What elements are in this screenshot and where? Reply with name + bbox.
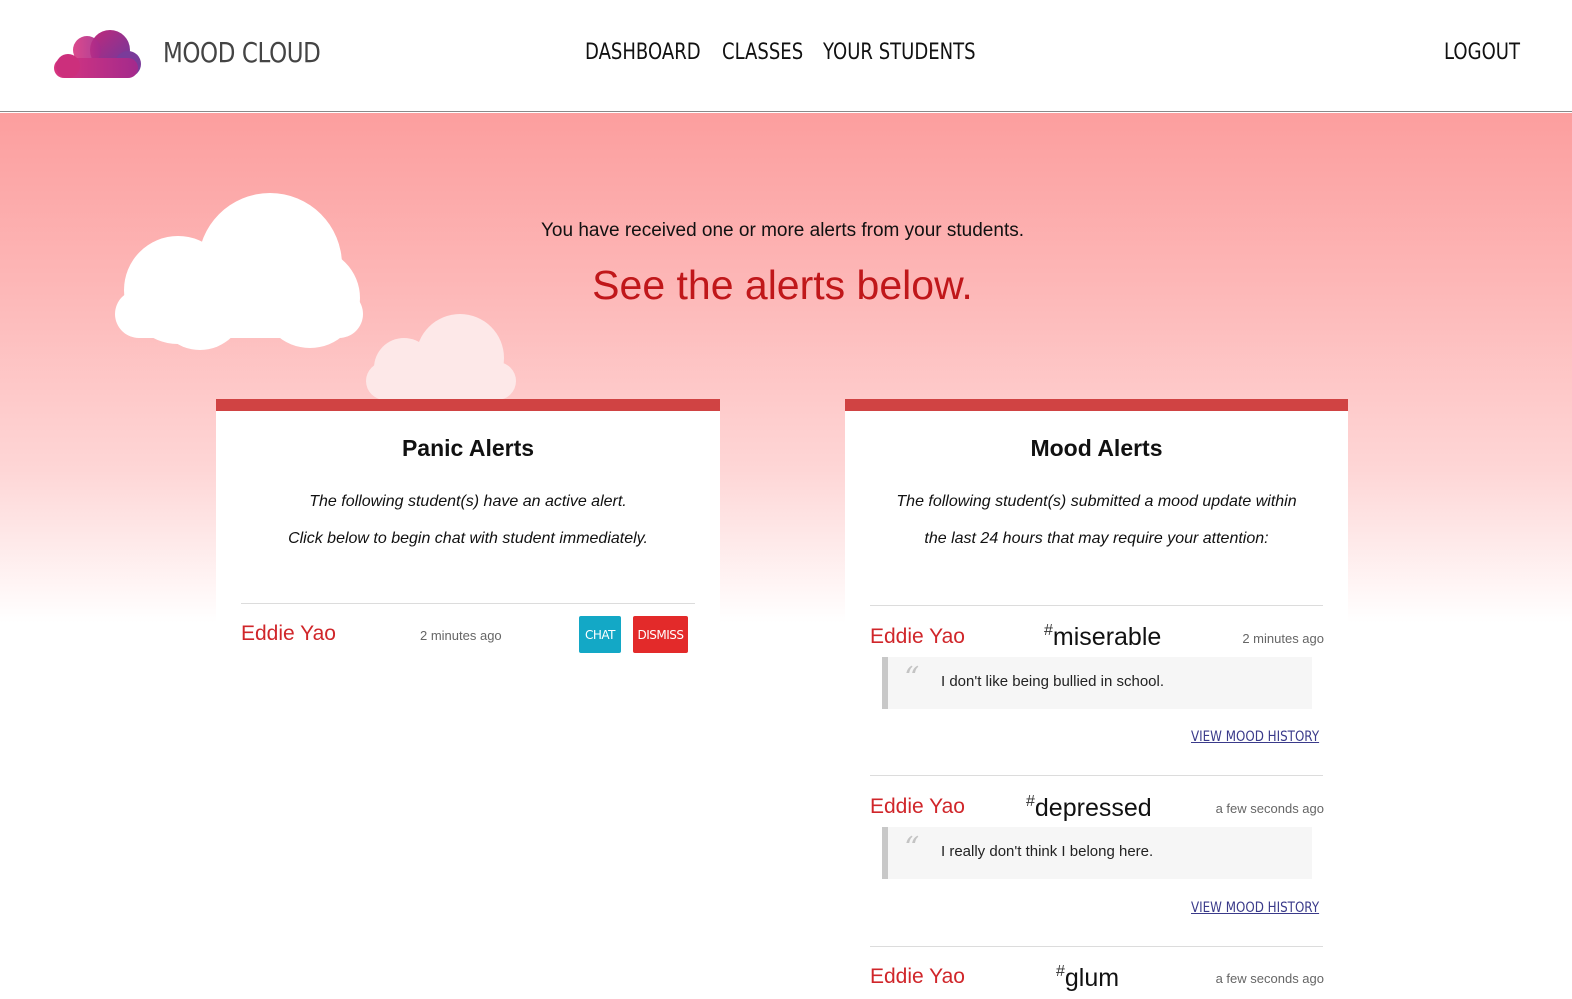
hash-symbol: # [1044, 622, 1053, 639]
nav-dashboard[interactable]: DASHBOARD [585, 40, 701, 65]
mood-comment-quote: “ I really don't think I belong here. [882, 827, 1312, 879]
brand-name[interactable]: MOOD CLOUD [163, 36, 321, 69]
cloud-logo-icon[interactable] [52, 28, 142, 80]
view-mood-history-link[interactable]: VIEW MOOD HISTORY [1191, 900, 1319, 916]
student-name-link[interactable]: Eddie Yao [870, 795, 965, 819]
nav-your-students[interactable]: YOUR STUDENTS [823, 40, 976, 65]
dismiss-button[interactable]: DISMISS [633, 616, 688, 653]
mood-alerts-card: Mood Alerts The following student(s) sub… [845, 399, 1348, 999]
mood-tag: #glum [1056, 963, 1119, 993]
chat-button[interactable]: CHAT [579, 616, 621, 653]
hash-symbol: # [1026, 793, 1035, 810]
alert-timestamp: a few seconds ago [1215, 801, 1324, 816]
mood-tag-text: depressed [1034, 794, 1152, 822]
panic-alerts-title: Panic Alerts [401, 435, 535, 461]
quote-icon: “ [904, 661, 920, 696]
alert-headline: See the alerts below. [592, 262, 973, 308]
top-nav-bar: MOOD CLOUD DASHBOARD CLASSES YOUR STUDEN… [0, 0, 1572, 112]
mood-alerts-title: Mood Alerts [1030, 435, 1163, 461]
quote-icon: “ [904, 831, 920, 866]
mood-tag: #depressed [1026, 793, 1152, 823]
student-name-link[interactable]: Eddie Yao [241, 622, 336, 646]
divider [870, 946, 1323, 947]
alert-intro-text: You have received one or more alerts fro… [541, 220, 1024, 241]
mood-tag-text: glum [1064, 964, 1120, 992]
mood-tag: #miserable [1044, 622, 1161, 652]
student-name-link[interactable]: Eddie Yao [870, 965, 965, 989]
mood-comment-text: I don't like being bullied in school. [941, 673, 1165, 690]
mood-alerts-description: The following student(s) submitted a moo… [896, 493, 1297, 510]
nav-classes[interactable]: CLASSES [722, 40, 803, 65]
divider [870, 605, 1323, 606]
panic-alerts-card: Panic Alerts The following student(s) ha… [216, 399, 720, 999]
mood-alerts-description-cont: the last 24 hours that may require your … [924, 530, 1269, 547]
view-mood-history-link[interactable]: VIEW MOOD HISTORY [1191, 729, 1319, 745]
student-name-link[interactable]: Eddie Yao [870, 625, 965, 649]
hash-symbol: # [1056, 963, 1065, 980]
panic-alerts-description: The following student(s) have an active … [309, 493, 627, 510]
mood-comment-quote: “ I don't like being bullied in school. [882, 657, 1312, 709]
divider [870, 775, 1323, 776]
nav-logout[interactable]: LOGOUT [1444, 40, 1520, 65]
alert-timestamp: a few seconds ago [1215, 971, 1324, 986]
panic-alerts-instruction: Click below to begin chat with student i… [288, 530, 648, 547]
mood-tag-text: miserable [1052, 623, 1162, 651]
divider [241, 603, 695, 604]
alert-timestamp: 2 minutes ago [1242, 631, 1324, 646]
mood-comment-text: I really don't think I belong here. [941, 843, 1154, 860]
small-cloud-decoration-icon [366, 314, 516, 402]
alert-timestamp: 2 minutes ago [420, 628, 502, 643]
